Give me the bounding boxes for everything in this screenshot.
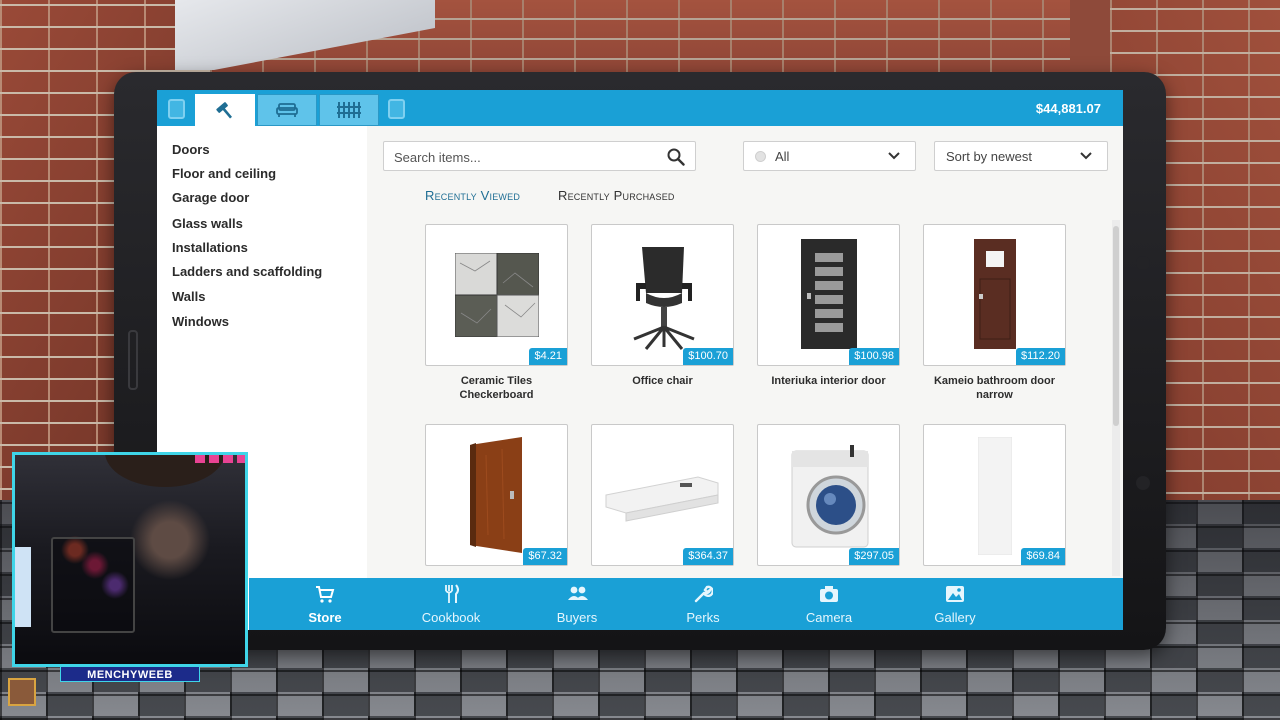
streamer-name-badge: MENCHYWEEB (60, 666, 200, 682)
webcam-monitor (15, 547, 31, 627)
nav-camera[interactable]: Camera (779, 578, 879, 630)
price-badge: $112.20 (1016, 348, 1065, 365)
filter-value: All (775, 149, 790, 164)
product-card[interactable]: $100.70 (591, 224, 734, 366)
store-app: $44,881.07 Doors Floor and ceiling Garag… (157, 90, 1123, 630)
price-badge: $100.70 (683, 348, 733, 365)
filter-dropdown[interactable]: All (743, 141, 916, 171)
price-badge: $297.05 (849, 548, 899, 565)
nav-label: Camera (805, 610, 853, 625)
prev-tab-button[interactable] (168, 99, 185, 119)
product-name: Interiuka interior door (771, 375, 886, 387)
product-card[interactable]: $67.32 (425, 424, 568, 566)
price-badge: $4.21 (529, 348, 567, 365)
nav-buyers[interactable]: Buyers (527, 578, 627, 630)
product-card[interactable]: $4.21 (425, 224, 568, 366)
office-chair-image (633, 247, 695, 350)
wooden-door-image (470, 437, 522, 553)
search-input[interactable] (394, 148, 654, 166)
sidebar-item-garage-door[interactable]: Garage door (172, 190, 249, 205)
search-icon[interactable] (667, 148, 685, 166)
sidebar-item-doors[interactable]: Doors (172, 142, 210, 157)
interior-door-image (801, 239, 857, 349)
tablet-home-button (128, 330, 138, 390)
wrench-icon (694, 585, 713, 603)
tab-construction[interactable] (195, 94, 255, 127)
streamer-avatar (8, 678, 36, 706)
sidebar-item-floor-and-ceiling[interactable]: Floor and ceiling (172, 166, 276, 181)
price-badge: $67.32 (523, 548, 567, 565)
product-card[interactable]: $112.20 (923, 224, 1066, 366)
top-bar: $44,881.07 (157, 90, 1123, 127)
webcam-overlay (12, 452, 248, 667)
hammer-icon (216, 101, 233, 119)
ceramic-tiles-image (455, 253, 539, 337)
bathroom-door-image (974, 239, 1016, 349)
next-tab-button[interactable] (388, 99, 405, 119)
product-card[interactable]: $297.05 (757, 424, 900, 566)
nav-perks[interactable]: Perks (653, 578, 753, 630)
filter-dot-icon (755, 151, 766, 162)
product-name: Ceramic Tiles Checkerboard (459, 375, 534, 401)
tab-outdoor[interactable] (319, 94, 379, 126)
nav-label: Store (308, 610, 342, 625)
chevron-down-icon (888, 152, 900, 160)
sofa-icon (276, 103, 298, 117)
camera-icon (820, 586, 838, 602)
nav-gallery[interactable]: Gallery (905, 578, 1005, 630)
store-main-panel: All Sort by newest Recently Viewed Recen… (367, 126, 1123, 578)
nav-label: Buyers (556, 610, 598, 625)
fence-icon (337, 102, 361, 118)
product-card[interactable]: $100.98 (757, 224, 900, 366)
nav-store[interactable]: Store (275, 578, 375, 630)
sidebar-item-ladders-and-scaffolding[interactable]: Ladders and scaffolding (172, 264, 322, 279)
price-badge: $100.98 (849, 348, 899, 365)
webcam-pc-case (51, 537, 135, 633)
tab-recently-purchased[interactable]: Recently Purchased (558, 188, 675, 203)
balance-display: $44,881.07 (1035, 101, 1101, 116)
chevron-down-icon (1080, 152, 1092, 160)
sort-value: Sort by newest (946, 149, 1032, 164)
sort-dropdown[interactable]: Sort by newest (934, 141, 1108, 171)
nav-label: Perks (686, 610, 720, 625)
product-card[interactable]: $69.84 (923, 424, 1066, 566)
nav-label: Cookbook (421, 610, 481, 625)
people-icon (568, 586, 588, 600)
search-box (383, 141, 696, 171)
tab-furniture[interactable] (257, 94, 317, 126)
washing-machine-image (791, 445, 869, 548)
sidebar-item-windows[interactable]: Windows (172, 314, 229, 329)
cutlery-icon (445, 584, 459, 603)
nav-label: Gallery (934, 610, 976, 625)
price-badge: $69.84 (1021, 548, 1065, 565)
tablet-sensor (1136, 476, 1150, 490)
nav-cookbook[interactable]: Cookbook (401, 578, 501, 630)
kitchen-unit-image (605, 476, 719, 522)
sidebar-item-installations[interactable]: Installations (172, 240, 248, 255)
white-panel-image (978, 437, 1012, 555)
cart-icon (316, 586, 335, 603)
sidebar-item-walls[interactable]: Walls (172, 289, 205, 304)
scrollbar-thumb[interactable] (1113, 226, 1119, 426)
tab-recently-viewed[interactable]: Recently Viewed (425, 188, 520, 203)
product-name: Office chair (632, 375, 693, 387)
product-card[interactable]: $364.37 (591, 424, 734, 566)
price-badge: $364.37 (683, 548, 733, 565)
product-name: Kameio bathroom door narrow (933, 375, 1055, 401)
tablet-sensor (1136, 256, 1150, 270)
bottom-nav: Store Cookbook Buyers Perks Camera Galle… (249, 578, 1123, 630)
image-icon (946, 586, 964, 602)
sidebar-item-glass-walls[interactable]: Glass walls (172, 216, 243, 231)
